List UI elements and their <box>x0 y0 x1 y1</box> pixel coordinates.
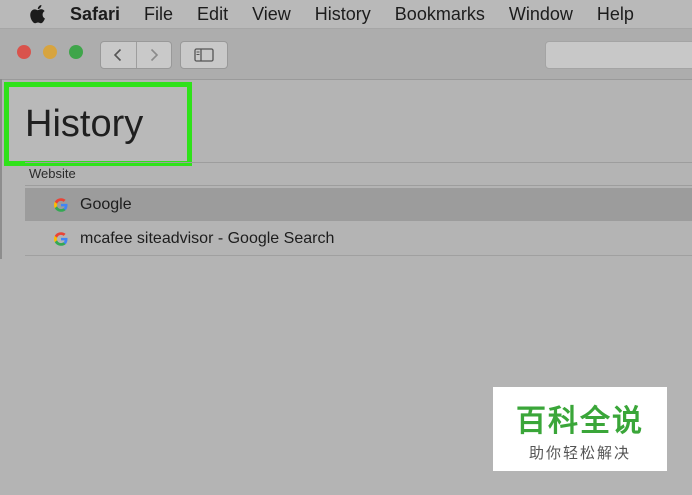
chevron-right-icon <box>150 48 158 62</box>
back-button[interactable] <box>101 42 136 68</box>
chevron-left-icon <box>114 48 122 62</box>
divider <box>25 162 692 163</box>
navigation-buttons <box>100 41 172 69</box>
menu-bookmarks[interactable]: Bookmarks <box>395 4 485 25</box>
page-title: History <box>25 102 144 145</box>
menu-safari[interactable]: Safari <box>70 4 120 25</box>
history-item-title: mcafee siteadvisor - Google Search <box>80 229 335 247</box>
menu-file[interactable]: File <box>144 4 173 25</box>
history-row-mcafee[interactable]: mcafee siteadvisor - Google Search <box>25 222 692 255</box>
history-item-title: Google <box>80 195 132 213</box>
google-g-icon <box>54 231 68 246</box>
close-window-button[interactable] <box>17 45 31 59</box>
history-row-google[interactable]: Google <box>25 188 692 221</box>
sidebar-icon <box>194 48 214 62</box>
watermark-title: 百科全说 <box>516 403 644 439</box>
watermark-logo: 百科全说 助你轻松解决 <box>493 387 667 471</box>
zoom-window-button[interactable] <box>69 45 83 59</box>
menu-help[interactable]: Help <box>597 4 634 25</box>
menu-bar: Safari File Edit View History Bookmarks … <box>0 0 692 29</box>
google-g-icon <box>54 197 68 212</box>
watermark-subtitle: 助你轻松解决 <box>528 443 631 462</box>
menu-edit[interactable]: Edit <box>197 4 228 25</box>
window-toolbar <box>0 29 692 80</box>
divider <box>25 255 692 256</box>
address-bar[interactable] <box>545 41 692 69</box>
minimize-window-button[interactable] <box>43 45 57 59</box>
title-highlight-box: History <box>4 82 192 166</box>
menu-view[interactable]: View <box>252 4 291 25</box>
column-header-website[interactable]: Website <box>29 166 76 181</box>
forward-button[interactable] <box>135 42 172 68</box>
menu-history[interactable]: History <box>315 4 371 25</box>
divider <box>25 185 692 186</box>
sidebar-toggle-button[interactable] <box>180 41 228 69</box>
menu-window[interactable]: Window <box>509 4 573 25</box>
apple-menu-icon[interactable] <box>26 3 48 25</box>
